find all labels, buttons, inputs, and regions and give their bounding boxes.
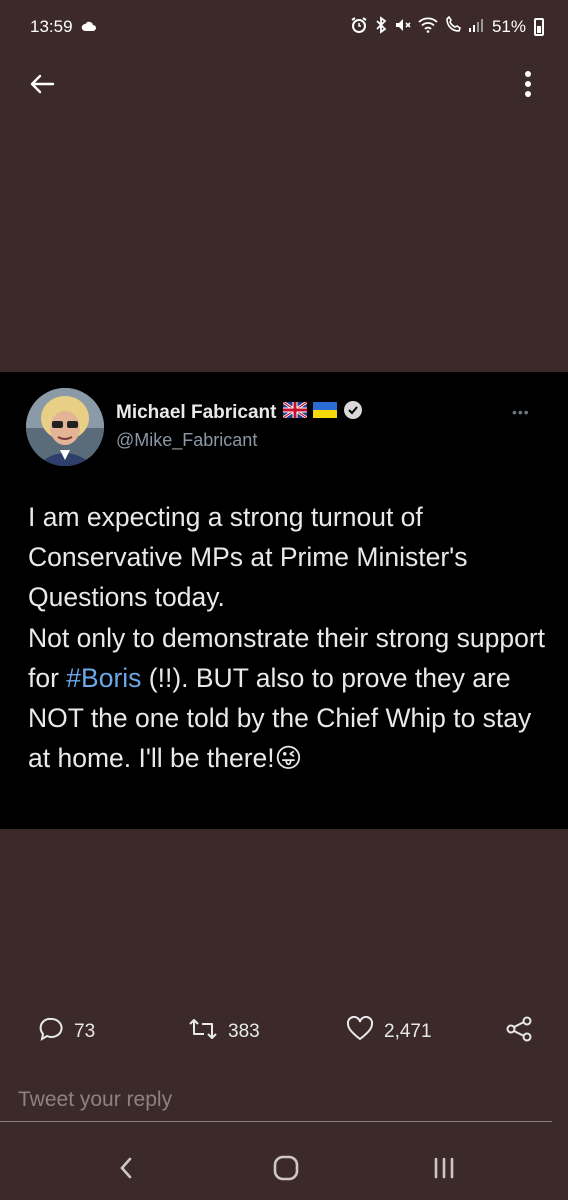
author-name[interactable]: Michael Fabricant bbox=[116, 402, 277, 424]
reply-icon bbox=[38, 1016, 64, 1048]
reply-input[interactable] bbox=[18, 1088, 518, 1112]
alarm-icon bbox=[350, 16, 368, 38]
avatar[interactable] bbox=[26, 388, 104, 466]
status-left: 13:59 bbox=[30, 17, 97, 37]
winking-tongue-emoji-icon: 😜 bbox=[274, 743, 303, 774]
top-bar bbox=[0, 60, 568, 108]
author-row: Michael Fabricant bbox=[116, 400, 363, 426]
mute-icon bbox=[394, 16, 412, 38]
uk-flag-icon bbox=[281, 400, 308, 424]
more-vertical-icon[interactable] bbox=[510, 66, 546, 102]
recents-nav-icon[interactable] bbox=[422, 1148, 466, 1188]
home-nav-icon[interactable] bbox=[264, 1148, 308, 1188]
reply-count: 73 bbox=[74, 1021, 96, 1042]
share-icon bbox=[505, 1015, 533, 1049]
status-time: 13:59 bbox=[30, 17, 73, 36]
share-button[interactable] bbox=[505, 1010, 533, 1054]
wifi-icon bbox=[418, 17, 438, 37]
bluetooth-icon bbox=[374, 16, 388, 38]
tweet-more-icon[interactable]: ••• bbox=[512, 404, 530, 420]
back-arrow-icon[interactable] bbox=[24, 66, 60, 102]
cloud-icon bbox=[81, 17, 97, 37]
ukraine-flag-icon bbox=[312, 402, 337, 424]
tweet-actions: 73 383 2,471 bbox=[0, 1010, 568, 1054]
reply-button[interactable]: 73 bbox=[38, 1010, 95, 1054]
signal-icon bbox=[468, 17, 484, 37]
status-bar: 13:59 51% bbox=[0, 0, 568, 54]
reply-divider bbox=[0, 1121, 552, 1122]
status-right: 51% bbox=[350, 15, 544, 38]
battery-percent: 51% bbox=[491, 17, 526, 36]
verified-badge-icon bbox=[343, 400, 363, 426]
retweet-button[interactable]: 383 bbox=[188, 1010, 260, 1054]
reply-bar bbox=[0, 1076, 568, 1124]
wifi-calling-icon bbox=[444, 15, 462, 38]
tweet-text: I am expecting a strong turnout of Conse… bbox=[28, 497, 553, 778]
author-handle[interactable]: @Mike_Fabricant bbox=[116, 430, 257, 451]
back-nav-icon[interactable] bbox=[104, 1148, 148, 1188]
like-button[interactable]: 2,471 bbox=[346, 1010, 432, 1054]
like-count: 2,471 bbox=[384, 1021, 432, 1042]
retweet-count: 383 bbox=[228, 1021, 260, 1042]
battery-icon bbox=[534, 18, 544, 36]
heart-icon bbox=[346, 1015, 374, 1048]
retweet-icon bbox=[188, 1017, 218, 1047]
hashtag-link[interactable]: #Boris bbox=[66, 663, 141, 693]
system-nav-bar bbox=[0, 1136, 568, 1200]
